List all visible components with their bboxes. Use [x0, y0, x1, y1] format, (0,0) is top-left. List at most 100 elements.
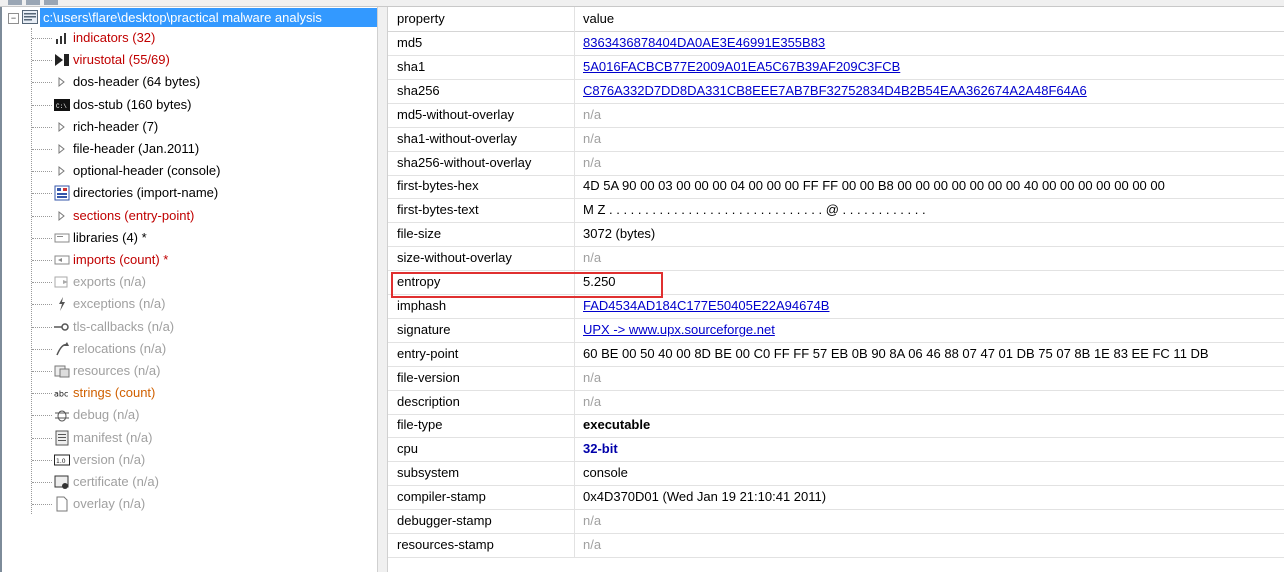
tree-connector [32, 117, 52, 137]
table-row[interactable]: size-without-overlay n/a [388, 246, 1284, 272]
table-row[interactable]: sha1-without-overlay n/a [388, 126, 1284, 152]
svg-text:abc: abc [54, 390, 68, 399]
property-cell: description [397, 393, 460, 409]
value-cell: n/a [583, 250, 602, 266]
toolbar-button[interactable] [26, 0, 40, 5]
column-divider [574, 174, 575, 199]
tree-pane: − c:\users\flare\desktop\practical malwa… [0, 7, 379, 572]
table-row[interactable]: subsystem console [388, 461, 1284, 487]
table-row[interactable]: entropy 5.250 [388, 270, 1284, 295]
column-divider [574, 222, 575, 247]
tree-item-label: overlay (n/a) [73, 496, 146, 512]
value-cell: 0x4D370D01 (Wed Jan 19 21:10:41 2011) [583, 489, 827, 505]
property-cell: compiler-stamp [397, 489, 486, 505]
property-cell: file-version [397, 369, 460, 385]
tree-connector [32, 472, 52, 492]
tree-connector [32, 339, 52, 359]
column-divider [574, 198, 575, 223]
table-row[interactable]: first-bytes-hex 4D 5A 90 00 03 00 00 00 0… [388, 174, 1284, 200]
column-divider [574, 317, 575, 342]
table-row[interactable]: file-version n/a [388, 365, 1284, 391]
value-cell: 5.250 [583, 274, 616, 289]
table-row[interactable]: sha256 C876A332D7DD8DA331CB8EEE7AB7BF3275… [388, 78, 1284, 104]
table-row[interactable]: imphash FAD4534AD184C177E50405E22A94674B [388, 293, 1284, 319]
tree-connector [32, 28, 52, 48]
table-row[interactable]: resources-stamp n/a [388, 532, 1284, 558]
tree-connector [32, 183, 52, 203]
tree-item-label: resources (n/a) [73, 363, 161, 378]
tree-connector [32, 250, 52, 270]
tree-item-label: file-header (Jan.2011) [73, 141, 200, 156]
column-divider [574, 293, 575, 318]
column-divider [574, 102, 575, 127]
value-cell: n/a [583, 154, 602, 170]
value-link[interactable]: FAD4534AD184C177E50405E22A94674B [583, 298, 829, 313]
abc-icon: abc [54, 385, 70, 401]
value-cell: 3072 (bytes) [583, 226, 656, 242]
column-divider [574, 31, 575, 55]
pane-splitter[interactable] [377, 7, 388, 572]
table-row[interactable]: signature UPX -> www.upx.sourceforge.net [388, 317, 1284, 343]
tree-item-label: tls-callbacks (n/a) [73, 318, 175, 334]
tree-connector [32, 161, 52, 181]
tree-item-label: virustotal (55/69) [73, 52, 170, 68]
value-cell: n/a [583, 369, 602, 385]
table-row[interactable]: md5 8363436878404DA0AE3E46991E355B83 [388, 31, 1284, 56]
table-row[interactable]: file-type executable [388, 413, 1284, 439]
table-row[interactable]: sha256-without-overlay n/a [388, 150, 1284, 176]
tree-connector [32, 228, 52, 248]
tree-item-label: certificate (n/a) [73, 474, 159, 489]
value-link[interactable]: 8363436878404DA0AE3E46991E355B83 [583, 35, 825, 50]
bar-chart-icon [54, 30, 70, 46]
value-cell: executable [583, 417, 651, 433]
properties-table: property value md5 8363436878404DA0AE3E46… [388, 7, 1284, 572]
column-header-property[interactable]: property [397, 11, 445, 26]
tree-item-label: directories (import-name) [73, 185, 219, 201]
property-cell: sha256-without-overlay [397, 154, 532, 170]
table-row[interactable]: cpu 32-bit [388, 437, 1284, 463]
property-cell: first-bytes-hex [397, 178, 479, 194]
property-cell: sha1-without-overlay [397, 130, 517, 146]
column-divider [574, 341, 575, 366]
resources-icon [54, 363, 70, 379]
table-row[interactable]: debugger-stamp n/a [388, 509, 1284, 534]
table-row[interactable]: sha1 5A016FACBCB77E2009A01EA5C67B39AF209C… [388, 54, 1284, 80]
toolbar [0, 0, 1284, 7]
tree-item-label: indicators (32) [73, 30, 156, 45]
column-divider [574, 389, 575, 414]
column-divider [574, 246, 575, 271]
table-row[interactable]: first-bytes-text M Z . . . . . . . . . . … [388, 198, 1284, 224]
table-row[interactable]: file-size 3072 (bytes) [388, 222, 1284, 248]
property-cell: resources-stamp [397, 536, 494, 552]
property-cell: md5 [397, 35, 423, 50]
table-row[interactable]: description n/a [388, 389, 1284, 415]
tree-item-label: exceptions (n/a) [73, 296, 166, 312]
table-header: property value [388, 7, 1284, 32]
tree-item-label: manifest (n/a) [73, 429, 153, 445]
debug-bug-icon [54, 407, 70, 423]
tree-connector [32, 95, 52, 115]
value-link[interactable]: C876A332D7DD8DA331CB8EEE7AB7BF32752834D4… [583, 83, 1087, 98]
column-divider [574, 126, 575, 151]
collapse-icon[interactable]: − [8, 13, 19, 24]
toolbar-button[interactable] [8, 0, 22, 5]
table-row[interactable]: md5-without-overlay n/a [388, 102, 1284, 128]
column-divider [574, 54, 575, 79]
toolbar-button[interactable] [44, 0, 58, 5]
property-cell: sha256 [397, 82, 440, 98]
value-link[interactable]: 5A016FACBCB77E2009A01EA5C67B39AF209C3FCB [583, 59, 900, 74]
property-cell: subsystem [397, 465, 460, 481]
tree-connector [32, 206, 52, 226]
value-link[interactable]: UPX -> www.upx.sourceforge.net [583, 322, 775, 337]
column-header-value[interactable]: value [583, 11, 614, 26]
virustotal-icon [54, 52, 70, 68]
tree-item-label: version (n/a) [73, 451, 146, 467]
table-row[interactable]: entry-point 60 BE 00 50 40 00 8D BE 00 C0… [388, 341, 1284, 367]
tree-root-label: c:\users\flare\desktop\practical malware… [40, 8, 377, 27]
triangle-right-icon [54, 163, 70, 179]
certificate-icon [54, 474, 70, 490]
table-row[interactable]: compiler-stamp 0x4D370D01 (Wed Jan 19 21:… [388, 485, 1284, 511]
relocations-icon [54, 341, 70, 357]
property-cell: file-type [397, 417, 443, 433]
column-divider [574, 437, 575, 462]
